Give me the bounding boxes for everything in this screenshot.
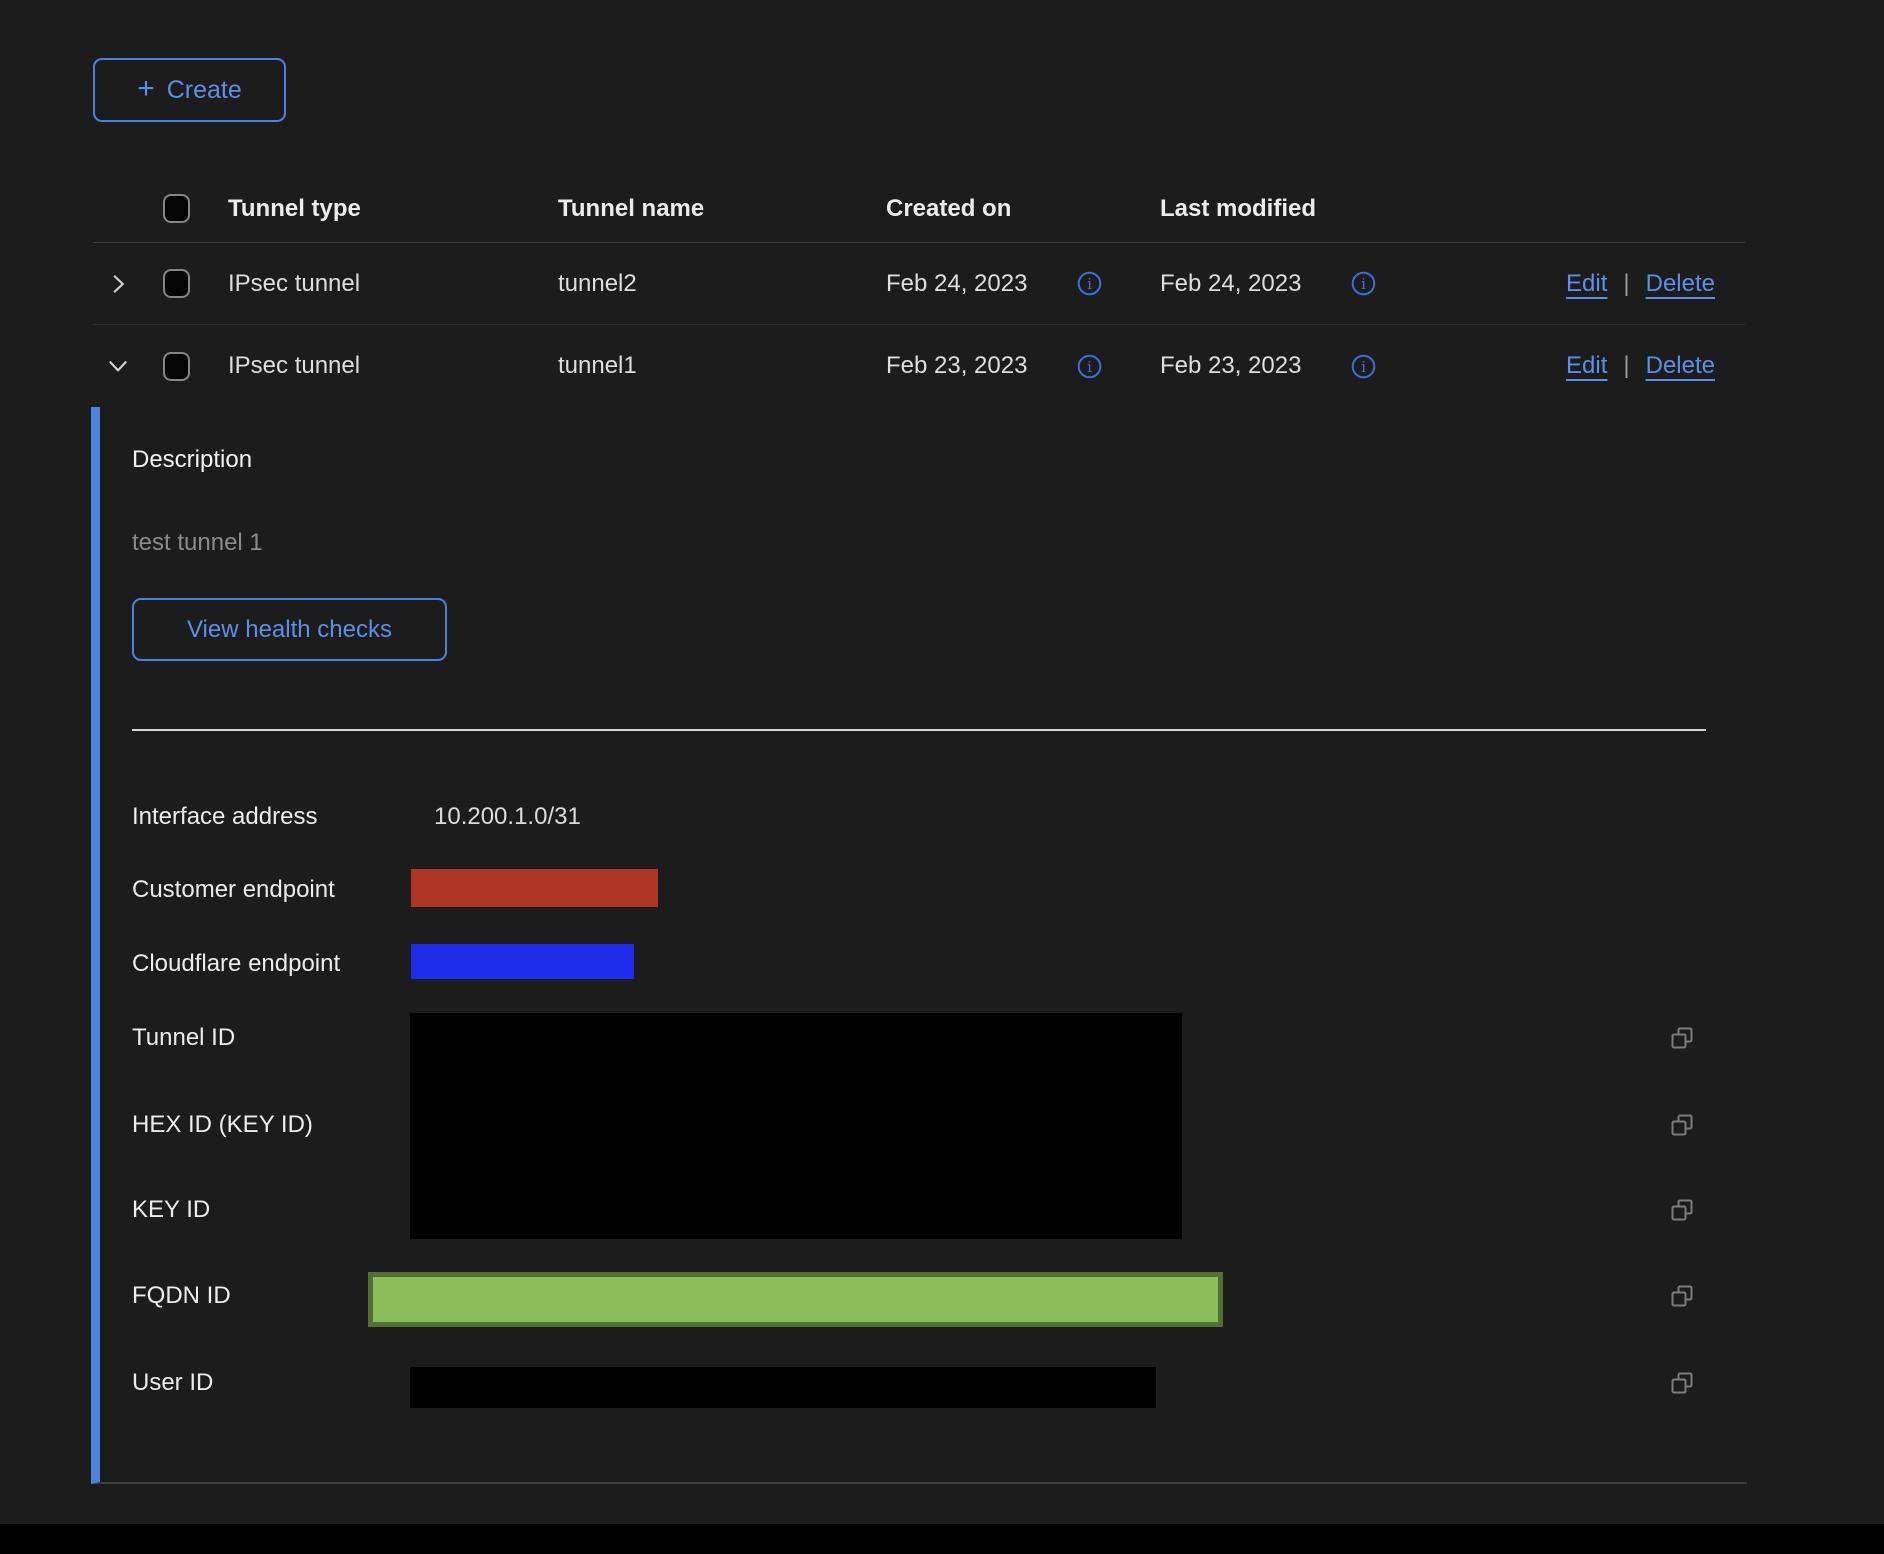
- info-icon[interactable]: i: [1350, 353, 1377, 380]
- tunnel-name-cell: tunnel2: [558, 270, 886, 298]
- row-checkbox[interactable]: [163, 269, 190, 298]
- cloudflare-endpoint-label: Cloudflare endpoint: [132, 950, 340, 978]
- info-icon[interactable]: i: [1076, 270, 1103, 297]
- key-id-label: KEY ID: [132, 1196, 210, 1224]
- tunnel-type-cell: IPsec tunnel: [228, 270, 558, 298]
- cloudflare-endpoint-redacted-value: [411, 944, 634, 979]
- user-id-label: User ID: [132, 1369, 213, 1397]
- description-value: test tunnel 1: [132, 529, 263, 557]
- edit-link[interactable]: Edit: [1566, 270, 1607, 298]
- header-tunnel-type: Tunnel type: [228, 195, 558, 223]
- description-label: Description: [132, 446, 252, 474]
- edit-link[interactable]: Edit: [1566, 352, 1607, 380]
- hex-id-label: HEX ID (KEY ID): [132, 1111, 313, 1139]
- copy-key-id-icon[interactable]: [1668, 1196, 1696, 1224]
- last-modified-cell: Feb 23, 2023: [1160, 352, 1320, 380]
- user-id-redacted-value: [410, 1367, 1156, 1408]
- last-modified-cell: Feb 24, 2023: [1160, 270, 1320, 298]
- tunnel-type-cell: IPsec tunnel: [228, 352, 558, 380]
- ids-redacted-value-block: [410, 1013, 1182, 1239]
- created-on-cell: Feb 24, 2023: [886, 270, 1046, 298]
- copy-hex-id-icon[interactable]: [1668, 1111, 1696, 1139]
- link-separator: |: [1623, 270, 1629, 298]
- customer-endpoint-label: Customer endpoint: [132, 876, 335, 904]
- svg-text:i: i: [1361, 275, 1366, 293]
- header-tunnel-name: Tunnel name: [558, 195, 886, 223]
- copy-tunnel-id-icon[interactable]: [1668, 1024, 1696, 1052]
- interface-address-label: Interface address: [132, 803, 317, 831]
- row-checkbox[interactable]: [163, 352, 190, 381]
- delete-link[interactable]: Delete: [1646, 270, 1715, 298]
- create-button-label: Create: [167, 76, 242, 105]
- table-row: IPsec tunnel tunnel1 Feb 23, 2023 i Feb …: [93, 325, 1745, 407]
- delete-link[interactable]: Delete: [1646, 352, 1715, 380]
- customer-endpoint-redacted-value: [411, 869, 658, 907]
- svg-text:i: i: [1087, 275, 1092, 293]
- tunnels-page: + Create Tunnel type Tunnel name Created…: [0, 0, 1884, 1554]
- header-last-modified: Last modified: [1160, 195, 1520, 223]
- info-icon[interactable]: i: [1076, 353, 1103, 380]
- svg-text:i: i: [1087, 358, 1092, 376]
- svg-text:i: i: [1361, 358, 1366, 376]
- link-separator: |: [1623, 352, 1629, 380]
- view-health-checks-button[interactable]: View health checks: [132, 598, 447, 661]
- info-icon[interactable]: i: [1350, 270, 1377, 297]
- plus-icon: +: [137, 74, 155, 104]
- tunnel-name-cell: tunnel1: [558, 352, 886, 380]
- copy-fqdn-id-icon[interactable]: [1668, 1282, 1696, 1310]
- select-all-checkbox[interactable]: [163, 194, 190, 223]
- header-created-on: Created on: [886, 195, 1160, 223]
- table-row: IPsec tunnel tunnel2 Feb 24, 2023 i Feb …: [93, 243, 1745, 325]
- section-divider: [132, 729, 1706, 731]
- chevron-right-icon[interactable]: [105, 271, 131, 297]
- bottom-bar: [0, 1524, 1884, 1554]
- copy-user-id-icon[interactable]: [1668, 1369, 1696, 1397]
- header-checkbox-cell: [148, 194, 228, 223]
- fqdn-id-label: FQDN ID: [132, 1282, 231, 1310]
- interface-address-value: 10.200.1.0/31: [434, 803, 581, 831]
- fqdn-id-redacted-value: [368, 1272, 1223, 1327]
- created-on-cell: Feb 23, 2023: [886, 352, 1046, 380]
- create-button[interactable]: + Create: [93, 58, 286, 122]
- table-header-row: Tunnel type Tunnel name Created on Last …: [93, 175, 1745, 243]
- tunnel-id-label: Tunnel ID: [132, 1024, 235, 1052]
- chevron-down-icon[interactable]: [105, 353, 131, 379]
- expanded-row-panel: Description test tunnel 1 View health ch…: [91, 407, 1747, 1484]
